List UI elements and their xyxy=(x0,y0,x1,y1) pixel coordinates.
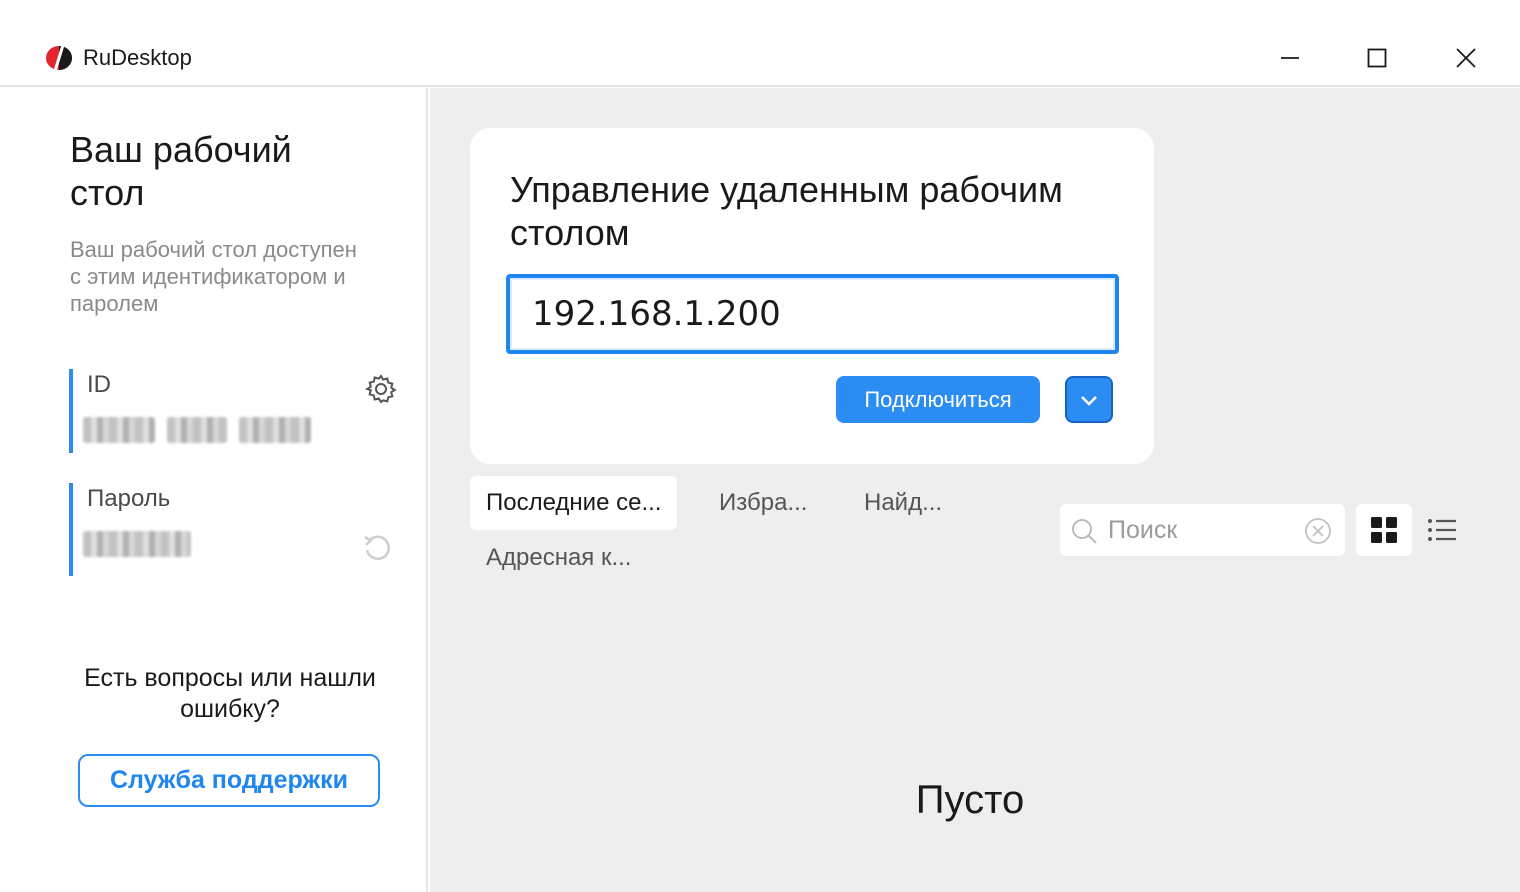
support-question: Есть вопросы или нашли ошибку? xyxy=(84,664,376,723)
support-button[interactable]: Служба поддержки xyxy=(78,754,380,807)
list-view-button[interactable] xyxy=(1420,504,1464,556)
title-bar: RuDesktop xyxy=(0,0,1520,87)
minimize-button[interactable] xyxy=(1260,30,1320,86)
connect-options-button[interactable] xyxy=(1065,376,1113,423)
main-area: Управление удаленным рабочим столом Подк… xyxy=(430,88,1520,892)
search-input[interactable] xyxy=(1108,512,1298,548)
remote-control-title: Управление удаленным рабочим столом xyxy=(510,169,1063,253)
grid-view-button[interactable] xyxy=(1356,504,1412,556)
close-icon xyxy=(1456,48,1476,68)
sidebar-description: Ваш рабочий стол доступен с этим идентиф… xyxy=(70,237,357,316)
tab-recent-sessions[interactable]: Последние се... xyxy=(470,476,678,530)
gear-icon[interactable] xyxy=(365,373,397,405)
close-button[interactable] xyxy=(1436,30,1496,86)
list-view-icon xyxy=(1428,519,1456,541)
tab-favorites[interactable]: Избра... xyxy=(703,476,823,530)
grid-view-icon xyxy=(1371,517,1397,543)
password-value-masked[interactable] xyxy=(83,531,191,561)
remote-control-card: Управление удаленным рабочим столом Подк… xyxy=(470,128,1154,464)
maximize-button[interactable] xyxy=(1347,30,1407,86)
chevron-down-icon xyxy=(1081,395,1097,406)
id-label: ID xyxy=(87,371,111,398)
rudesktop-logo-icon xyxy=(46,45,72,71)
maximize-icon xyxy=(1367,48,1387,68)
empty-state-text: Пусто xyxy=(915,778,1025,822)
remote-address-input[interactable] xyxy=(506,274,1119,354)
sidebar: Ваш рабочий стол Ваш рабочий стол доступ… xyxy=(0,88,428,892)
minimize-icon xyxy=(1281,57,1299,59)
app-title: RuDesktop xyxy=(83,45,192,70)
refresh-icon[interactable] xyxy=(361,531,395,565)
clear-search-icon[interactable] xyxy=(1304,517,1332,545)
tab-discovered[interactable]: Найд... xyxy=(848,476,958,530)
tab-address-book[interactable]: Адресная к... xyxy=(470,531,647,585)
connect-button[interactable]: Подключиться xyxy=(836,376,1040,423)
password-block: Пароль xyxy=(69,483,409,576)
sidebar-title: Ваш рабочий стол xyxy=(70,129,292,213)
id-block: ID xyxy=(69,369,409,453)
id-value-masked[interactable] xyxy=(83,417,311,447)
password-label: Пароль xyxy=(87,485,171,512)
search-icon xyxy=(1072,519,1097,544)
search-box xyxy=(1060,504,1345,556)
